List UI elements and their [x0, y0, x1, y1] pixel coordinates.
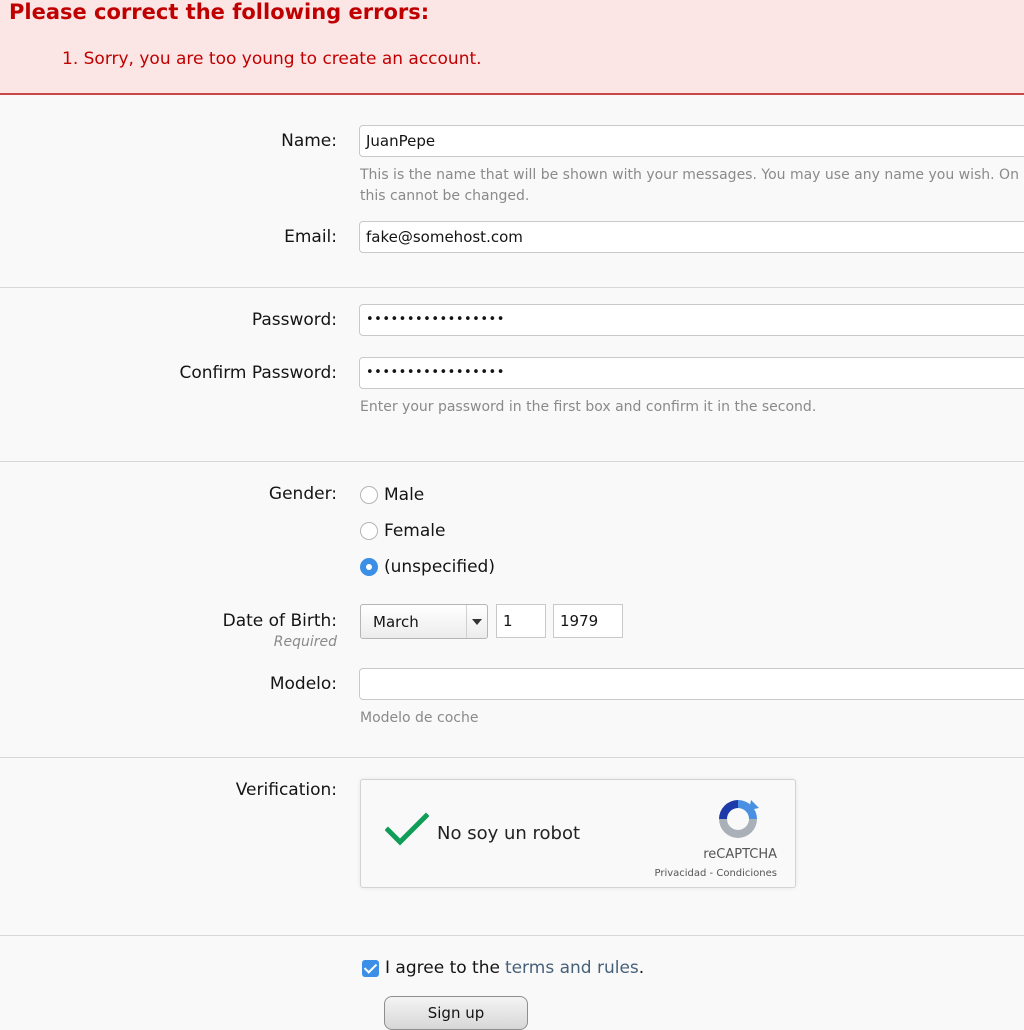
- error-box: Please correct the following errors: 1. …: [0, 0, 1024, 95]
- radio-male[interactable]: [360, 486, 378, 504]
- error-item: 1. Sorry, you are too young to create an…: [62, 49, 482, 69]
- password-hint: Enter your password in the first box and…: [360, 399, 817, 415]
- recaptcha-widget[interactable]: No soy un robot reCAPTCHA Privacidad - C…: [360, 779, 796, 888]
- agree-prefix: I agree to the: [385, 958, 500, 978]
- terms-link[interactable]: terms and rules: [505, 958, 639, 978]
- error-title: Please correct the following errors:: [9, 0, 430, 24]
- email-input[interactable]: fake@somehost.com: [359, 221, 1024, 253]
- name-label: Name:: [281, 131, 337, 151]
- dob-label: Date of Birth:: [222, 611, 337, 631]
- radio-unspecified[interactable]: [360, 558, 378, 576]
- password-input[interactable]: •••••••••••••••••: [359, 304, 1024, 336]
- dob-month-select[interactable]: March: [360, 604, 488, 639]
- gender-male-label: Male: [384, 485, 425, 505]
- gender-label: Gender:: [268, 484, 337, 504]
- recaptcha-logo-icon: [719, 800, 759, 838]
- gender-option-male[interactable]: Male: [360, 483, 424, 507]
- confirm-password-label: Confirm Password:: [179, 363, 337, 383]
- signup-button[interactable]: Sign up: [384, 996, 528, 1030]
- modelo-hint: Modelo de coche: [360, 710, 479, 726]
- password-label: Password:: [251, 310, 337, 330]
- dob-required: Required: [273, 634, 337, 650]
- dob-day-input[interactable]: 1: [496, 604, 546, 638]
- email-label: Email:: [284, 227, 337, 247]
- name-hint-line2: this cannot be changed.: [360, 188, 530, 204]
- gender-unspecified-label: (unspecified): [384, 557, 495, 577]
- section-divider: [0, 461, 1024, 462]
- recaptcha-brand: reCAPTCHA: [703, 847, 777, 862]
- gender-female-label: Female: [384, 521, 446, 541]
- chevron-down-icon: [466, 605, 487, 638]
- recaptcha-label: No soy un robot: [437, 823, 581, 844]
- name-input[interactable]: JuanPepe: [359, 125, 1024, 157]
- section-divider: [0, 935, 1024, 936]
- agree-checkbox[interactable]: [362, 959, 379, 977]
- section-divider: [0, 757, 1024, 758]
- verification-label: Verification:: [235, 780, 337, 800]
- section-divider: [0, 287, 1024, 288]
- modelo-label: Modelo:: [269, 674, 337, 694]
- radio-female[interactable]: [360, 522, 378, 540]
- agree-terms-row[interactable]: I agree to the terms and rules .: [362, 958, 644, 978]
- name-hint-line1: This is the name that will be shown with…: [360, 167, 1019, 183]
- gender-option-female[interactable]: Female: [360, 519, 445, 543]
- recaptcha-links[interactable]: Privacidad - Condiciones: [654, 868, 777, 879]
- confirm-password-input[interactable]: •••••••••••••••••: [359, 357, 1024, 389]
- checkmark-icon[interactable]: [385, 810, 429, 850]
- dob-month-value: March: [373, 613, 419, 631]
- dob-year-input[interactable]: 1979: [553, 604, 623, 638]
- modelo-input[interactable]: [359, 668, 1024, 700]
- gender-option-unspecified[interactable]: (unspecified): [360, 555, 495, 579]
- agree-suffix: .: [638, 958, 645, 978]
